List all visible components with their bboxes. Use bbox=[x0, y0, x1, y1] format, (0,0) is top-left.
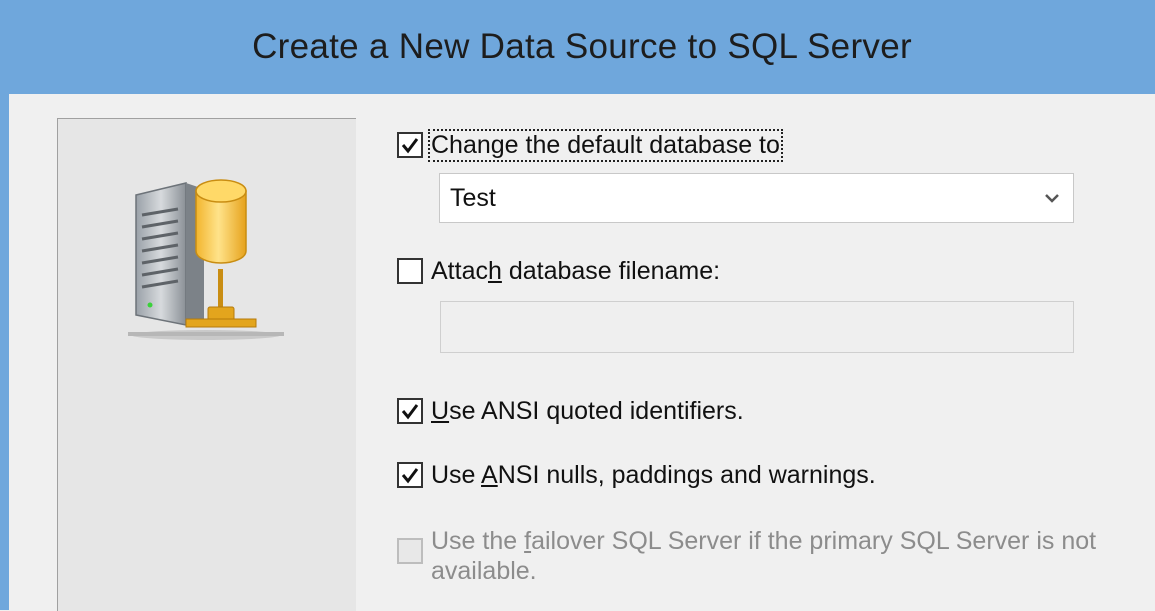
attach-database-checkbox[interactable] bbox=[397, 258, 423, 284]
window-title: Create a New Data Source to SQL Server bbox=[252, 27, 912, 66]
ansi-nulls-label[interactable]: Use ANSI nulls, paddings and warnings. bbox=[431, 462, 876, 489]
change-default-database-label[interactable]: Change the default database to bbox=[428, 129, 783, 162]
change-default-database-option[interactable]: Change the default database to bbox=[397, 129, 783, 162]
ansi-nulls-option[interactable]: Use ANSI nulls, paddings and warnings. bbox=[397, 462, 876, 489]
title-bar[interactable]: Create a New Data Source to SQL Server bbox=[9, 0, 1155, 94]
failover-server-option[interactable]: Use the failover SQL Server if the prima… bbox=[397, 526, 1152, 586]
attach-filename-input[interactable] bbox=[440, 301, 1074, 353]
ansi-quoted-identifiers-label[interactable]: Use ANSI quoted identifiers. bbox=[431, 398, 744, 425]
window-frame-left bbox=[0, 0, 9, 610]
database-server-icon bbox=[128, 179, 284, 340]
failover-server-label[interactable]: Use the failover SQL Server if the prima… bbox=[431, 526, 1146, 586]
check-icon bbox=[401, 468, 419, 484]
wizard-side-panel bbox=[57, 118, 356, 611]
chevron-down-icon bbox=[1045, 194, 1059, 203]
change-default-database-checkbox[interactable] bbox=[397, 132, 423, 158]
ansi-quoted-identifiers-option[interactable]: Use ANSI quoted identifiers. bbox=[397, 398, 744, 425]
failover-server-checkbox[interactable] bbox=[397, 538, 423, 564]
check-icon bbox=[401, 138, 419, 154]
default-database-value: Test bbox=[450, 184, 496, 212]
attach-database-label[interactable]: Attach database filename: bbox=[431, 258, 720, 285]
ansi-quoted-identifiers-checkbox[interactable] bbox=[397, 398, 423, 424]
attach-database-option[interactable]: Attach database filename: bbox=[397, 258, 720, 285]
ansi-nulls-checkbox[interactable] bbox=[397, 462, 423, 488]
check-icon bbox=[401, 404, 419, 420]
default-database-select[interactable]: Test bbox=[439, 173, 1074, 223]
